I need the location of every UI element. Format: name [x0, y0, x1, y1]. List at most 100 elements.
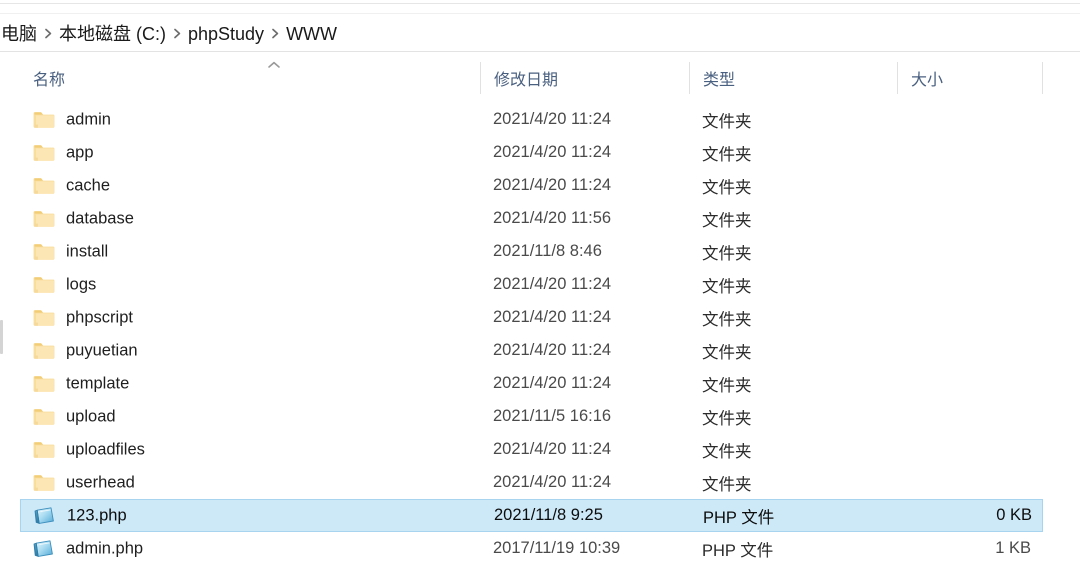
file-name-label: logs [66, 275, 97, 294]
folder-icon [32, 439, 56, 461]
file-row[interactable]: phpscript 2021/4/20 11:24 文件夹 [0, 301, 1080, 334]
file-row[interactable]: 123.php 2021/11/8 9:25 PHP 文件 0 KB [0, 499, 1080, 532]
folder-icon [32, 406, 56, 428]
window-chrome-rule-top [0, 3, 1080, 4]
file-row-content[interactable]: install 2021/11/8 8:46 文件夹 [20, 235, 1043, 268]
chevron-right-icon[interactable] [265, 28, 285, 39]
file-name-label: admin.php [66, 539, 144, 558]
file-row-content[interactable]: admin.php 2017/11/19 10:39 PHP 文件 1 KB [20, 532, 1043, 565]
breadcrumb-item-2[interactable]: 本地磁盘 (C:) [58, 23, 167, 45]
file-row-content[interactable]: uploadfiles 2021/4/20 11:24 文件夹 [20, 433, 1043, 466]
file-row[interactable]: puyuetian 2021/4/20 11:24 文件夹 [0, 334, 1080, 367]
column-header-row: 名称 修改日期 类型 大小 [20, 56, 1044, 100]
column-divider-type-size[interactable] [897, 62, 898, 94]
file-row-content[interactable]: userhead 2021/4/20 11:24 文件夹 [20, 466, 1043, 499]
file-type-cell: 文件夹 [702, 376, 752, 395]
file-row-content[interactable]: 123.php 2021/11/8 9:25 PHP 文件 0 KB [20, 499, 1043, 532]
file-date-modified-cell: 2021/4/20 11:24 [493, 143, 612, 161]
file-row-content[interactable]: upload 2021/11/5 16:16 文件夹 [20, 400, 1043, 433]
file-name-cell[interactable]: phpscript [20, 301, 480, 334]
file-row[interactable]: logs 2021/4/20 11:24 文件夹 [0, 268, 1080, 301]
file-row-content[interactable]: phpscript 2021/4/20 11:24 文件夹 [20, 301, 1043, 334]
column-header-name[interactable]: 名称 [20, 56, 480, 100]
file-size-cell [898, 136, 1042, 169]
breadcrumb-item-4[interactable]: WWW [285, 23, 338, 45]
file-type-cell: 文件夹 [702, 475, 752, 494]
file-name-cell[interactable]: install [20, 235, 480, 268]
file-size-cell: 1 KB [995, 539, 1031, 557]
file-row-content[interactable]: app 2021/4/20 11:24 文件夹 [20, 136, 1043, 169]
file-row-content[interactable]: database 2021/4/20 11:56 文件夹 [20, 202, 1043, 235]
file-name-label: puyuetian [66, 341, 138, 360]
file-row[interactable]: upload 2021/11/5 16:16 文件夹 [0, 400, 1080, 433]
breadcrumb-item-1[interactable]: 电脑 [0, 23, 38, 45]
column-divider-size-end[interactable] [1042, 62, 1043, 94]
folder-icon [32, 175, 56, 197]
file-name-cell[interactable]: admin [20, 103, 480, 136]
file-name-cell[interactable]: template [20, 367, 480, 400]
file-row[interactable]: userhead 2021/4/20 11:24 文件夹 [0, 466, 1080, 499]
file-row[interactable]: cache 2021/4/20 11:24 文件夹 [0, 169, 1080, 202]
file-row-content[interactable]: cache 2021/4/20 11:24 文件夹 [20, 169, 1043, 202]
file-size-cell [898, 400, 1042, 433]
file-name-label: uploadfiles [66, 440, 145, 459]
folder-icon [32, 109, 56, 131]
chevron-right-icon[interactable] [38, 28, 58, 39]
file-size-cell [898, 301, 1042, 334]
file-type-cell: 文件夹 [702, 211, 752, 230]
column-divider-name-date[interactable] [480, 62, 481, 94]
breadcrumb-item-3[interactable]: phpStudy [187, 23, 265, 45]
file-name-cell[interactable]: uploadfiles [20, 433, 480, 466]
file-name-cell[interactable]: database [20, 202, 480, 235]
chevron-right-icon[interactable] [167, 28, 187, 39]
file-name-cell[interactable]: upload [20, 400, 480, 433]
column-header-divider [0, 100, 1080, 101]
file-row[interactable]: app 2021/4/20 11:24 文件夹 [0, 136, 1080, 169]
folder-icon [32, 142, 56, 164]
file-date-modified-cell: 2021/4/20 11:24 [493, 176, 612, 194]
folder-icon [32, 373, 56, 395]
file-date-modified-cell: 2021/4/20 11:24 [493, 374, 612, 392]
file-name-cell[interactable]: logs [20, 268, 480, 301]
file-name-label: template [66, 374, 130, 393]
file-size-cell [898, 103, 1042, 136]
file-name-cell[interactable]: userhead [20, 466, 480, 499]
file-row[interactable]: admin 2021/4/20 11:24 文件夹 [0, 103, 1080, 136]
file-size-cell [898, 169, 1042, 202]
file-name-label: install [66, 242, 109, 261]
file-date-modified-cell: 2021/4/20 11:24 [493, 440, 612, 458]
column-divider-date-type[interactable] [689, 62, 690, 94]
column-header-size[interactable]: 大小 [898, 56, 1043, 100]
file-name-cell[interactable]: 123.php [21, 500, 481, 531]
file-name-cell[interactable]: puyuetian [20, 334, 480, 367]
file-size-cell [898, 334, 1042, 367]
file-type-cell: 文件夹 [702, 178, 752, 197]
file-date-modified-cell: 2021/4/20 11:56 [493, 209, 612, 227]
file-size-cell [898, 433, 1042, 466]
file-name-cell[interactable]: admin.php [20, 532, 480, 565]
file-row-content[interactable]: puyuetian 2021/4/20 11:24 文件夹 [20, 334, 1043, 367]
file-name-label: upload [66, 407, 116, 426]
file-type-cell: PHP 文件 [703, 508, 775, 527]
file-name-label: app [66, 143, 94, 162]
column-header-date-modified[interactable]: 修改日期 [481, 56, 690, 100]
file-row[interactable]: template 2021/4/20 11:24 文件夹 [0, 367, 1080, 400]
file-type-cell: 文件夹 [702, 409, 752, 428]
file-row-content[interactable]: admin 2021/4/20 11:24 文件夹 [20, 103, 1043, 136]
file-name-cell[interactable]: app [20, 136, 480, 169]
file-date-modified-cell: 2021/11/8 8:46 [493, 242, 602, 260]
file-name-label: cache [66, 176, 111, 195]
column-header-type[interactable]: 类型 [690, 56, 898, 100]
file-row-content[interactable]: logs 2021/4/20 11:24 文件夹 [20, 268, 1043, 301]
file-date-modified-cell: 2021/11/5 16:16 [493, 407, 612, 425]
file-name-cell[interactable]: cache [20, 169, 480, 202]
breadcrumb[interactable]: 电脑 本地磁盘 (C:) phpStudy WWW [0, 18, 1080, 50]
file-row[interactable]: admin.php 2017/11/19 10:39 PHP 文件 1 KB [0, 532, 1080, 565]
file-row[interactable]: uploadfiles 2021/4/20 11:24 文件夹 [0, 433, 1080, 466]
folder-icon [32, 241, 56, 263]
file-name-label: phpscript [66, 308, 133, 327]
file-row-content[interactable]: template 2021/4/20 11:24 文件夹 [20, 367, 1043, 400]
file-list: admin 2021/4/20 11:24 文件夹 app 2021/4/20 11:2… [0, 103, 1080, 569]
file-row[interactable]: database 2021/4/20 11:56 文件夹 [0, 202, 1080, 235]
file-row[interactable]: install 2021/11/8 8:46 文件夹 [0, 235, 1080, 268]
